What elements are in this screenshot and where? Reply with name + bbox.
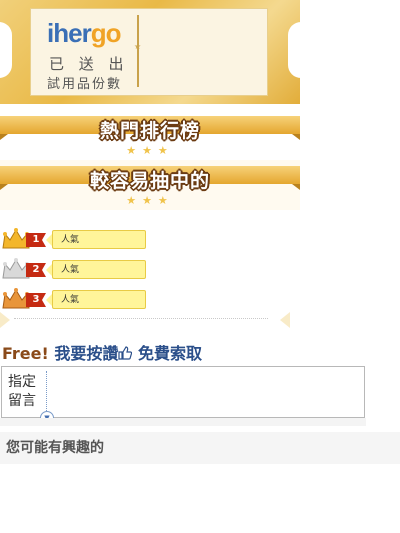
rank-label: 人氣 <box>46 230 146 249</box>
like-link[interactable]: 我要按讚 <box>54 344 118 363</box>
rank-number: 3 <box>26 293 46 307</box>
sent-label: 已 送 出 <box>49 55 129 73</box>
message-label: 指定留言 <box>8 374 36 409</box>
easy-win-banner[interactable]: 較容易抽中的 ★★★ <box>0 160 300 210</box>
logo-part2: go <box>90 18 122 48</box>
free-label: Free! <box>2 344 49 363</box>
ranking-item[interactable]: 1 人氣 <box>0 228 150 252</box>
thumbs-up-icon <box>118 346 133 360</box>
banner-title: 熱門排行榜 <box>99 120 200 142</box>
logo-part1: iher <box>47 18 92 48</box>
trial-count-label: 試用品份數 <box>47 77 123 92</box>
rank-label: 人氣 <box>46 260 146 279</box>
ranking-item[interactable]: 3 人氣 <box>0 288 150 312</box>
message-separator <box>46 371 47 413</box>
rank-number: 1 <box>26 233 46 247</box>
ticket-divider <box>137 15 139 87</box>
ticket-notch-left <box>0 22 12 78</box>
ticket-notch-right <box>288 22 314 78</box>
decor-triangle-right <box>280 312 290 328</box>
banner-stars-icon: ★★★ <box>126 144 174 157</box>
rank-label: 人氣 <box>46 290 146 309</box>
banner-title: 較容易抽中的 <box>89 170 210 192</box>
message-input[interactable]: 指定留言 <box>1 366 365 418</box>
may-be-interested-header: 您可能有興趣的 <box>0 432 400 464</box>
request-link[interactable]: 免費索取 <box>138 344 202 363</box>
ranking-list: 1 人氣 2 人氣 3 人氣 <box>0 214 300 330</box>
rank-number: 2 <box>26 263 46 277</box>
section-gap <box>0 418 366 426</box>
ihergo-logo: ihergo <box>47 18 122 49</box>
decor-triangle-left <box>0 312 10 328</box>
ticket-divider-star-icon: ★ <box>134 42 142 51</box>
hot-ranking-banner[interactable]: 熱門排行榜 ★★★ <box>0 110 300 160</box>
ranking-item[interactable]: 2 人氣 <box>0 258 150 282</box>
dotted-divider <box>14 318 268 319</box>
ticket-inner: ihergo 已 送 出 試用品份數 ★ <box>30 8 268 96</box>
sent-count-ticket: ihergo 已 送 出 試用品份數 ★ <box>0 0 314 104</box>
free-request-cta[interactable]: Free! 我要按讚 免費索取 <box>2 340 202 364</box>
banner-stars-icon: ★★★ <box>126 194 174 207</box>
